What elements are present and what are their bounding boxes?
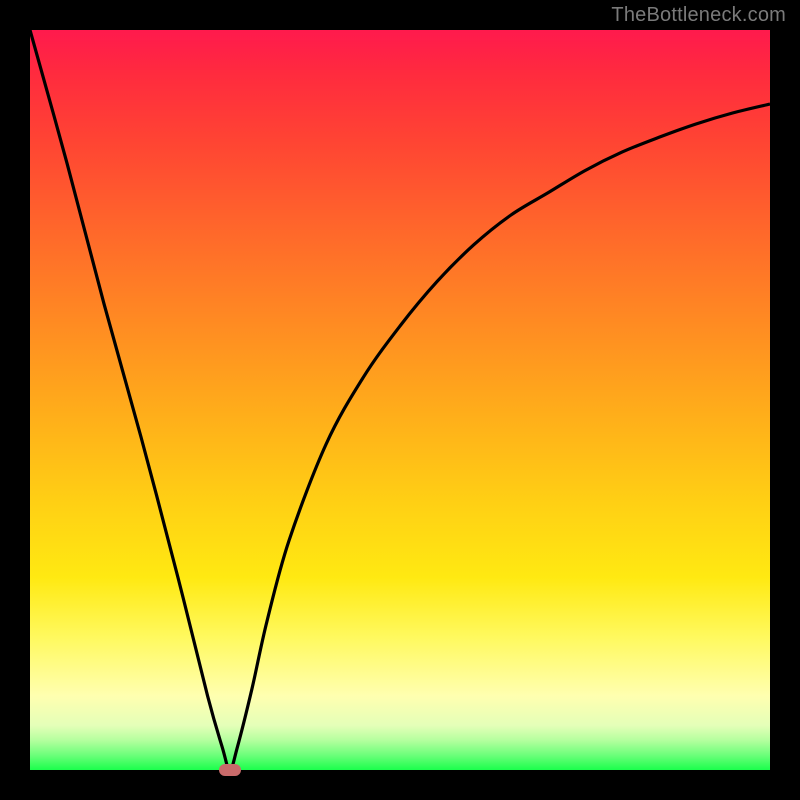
plot-area xyxy=(30,30,770,770)
optimum-marker xyxy=(219,764,241,776)
watermark-text: TheBottleneck.com xyxy=(611,4,786,27)
bottleneck-curve xyxy=(30,30,770,770)
curve-svg xyxy=(30,30,770,770)
chart-frame: TheBottleneck.com xyxy=(0,0,800,800)
